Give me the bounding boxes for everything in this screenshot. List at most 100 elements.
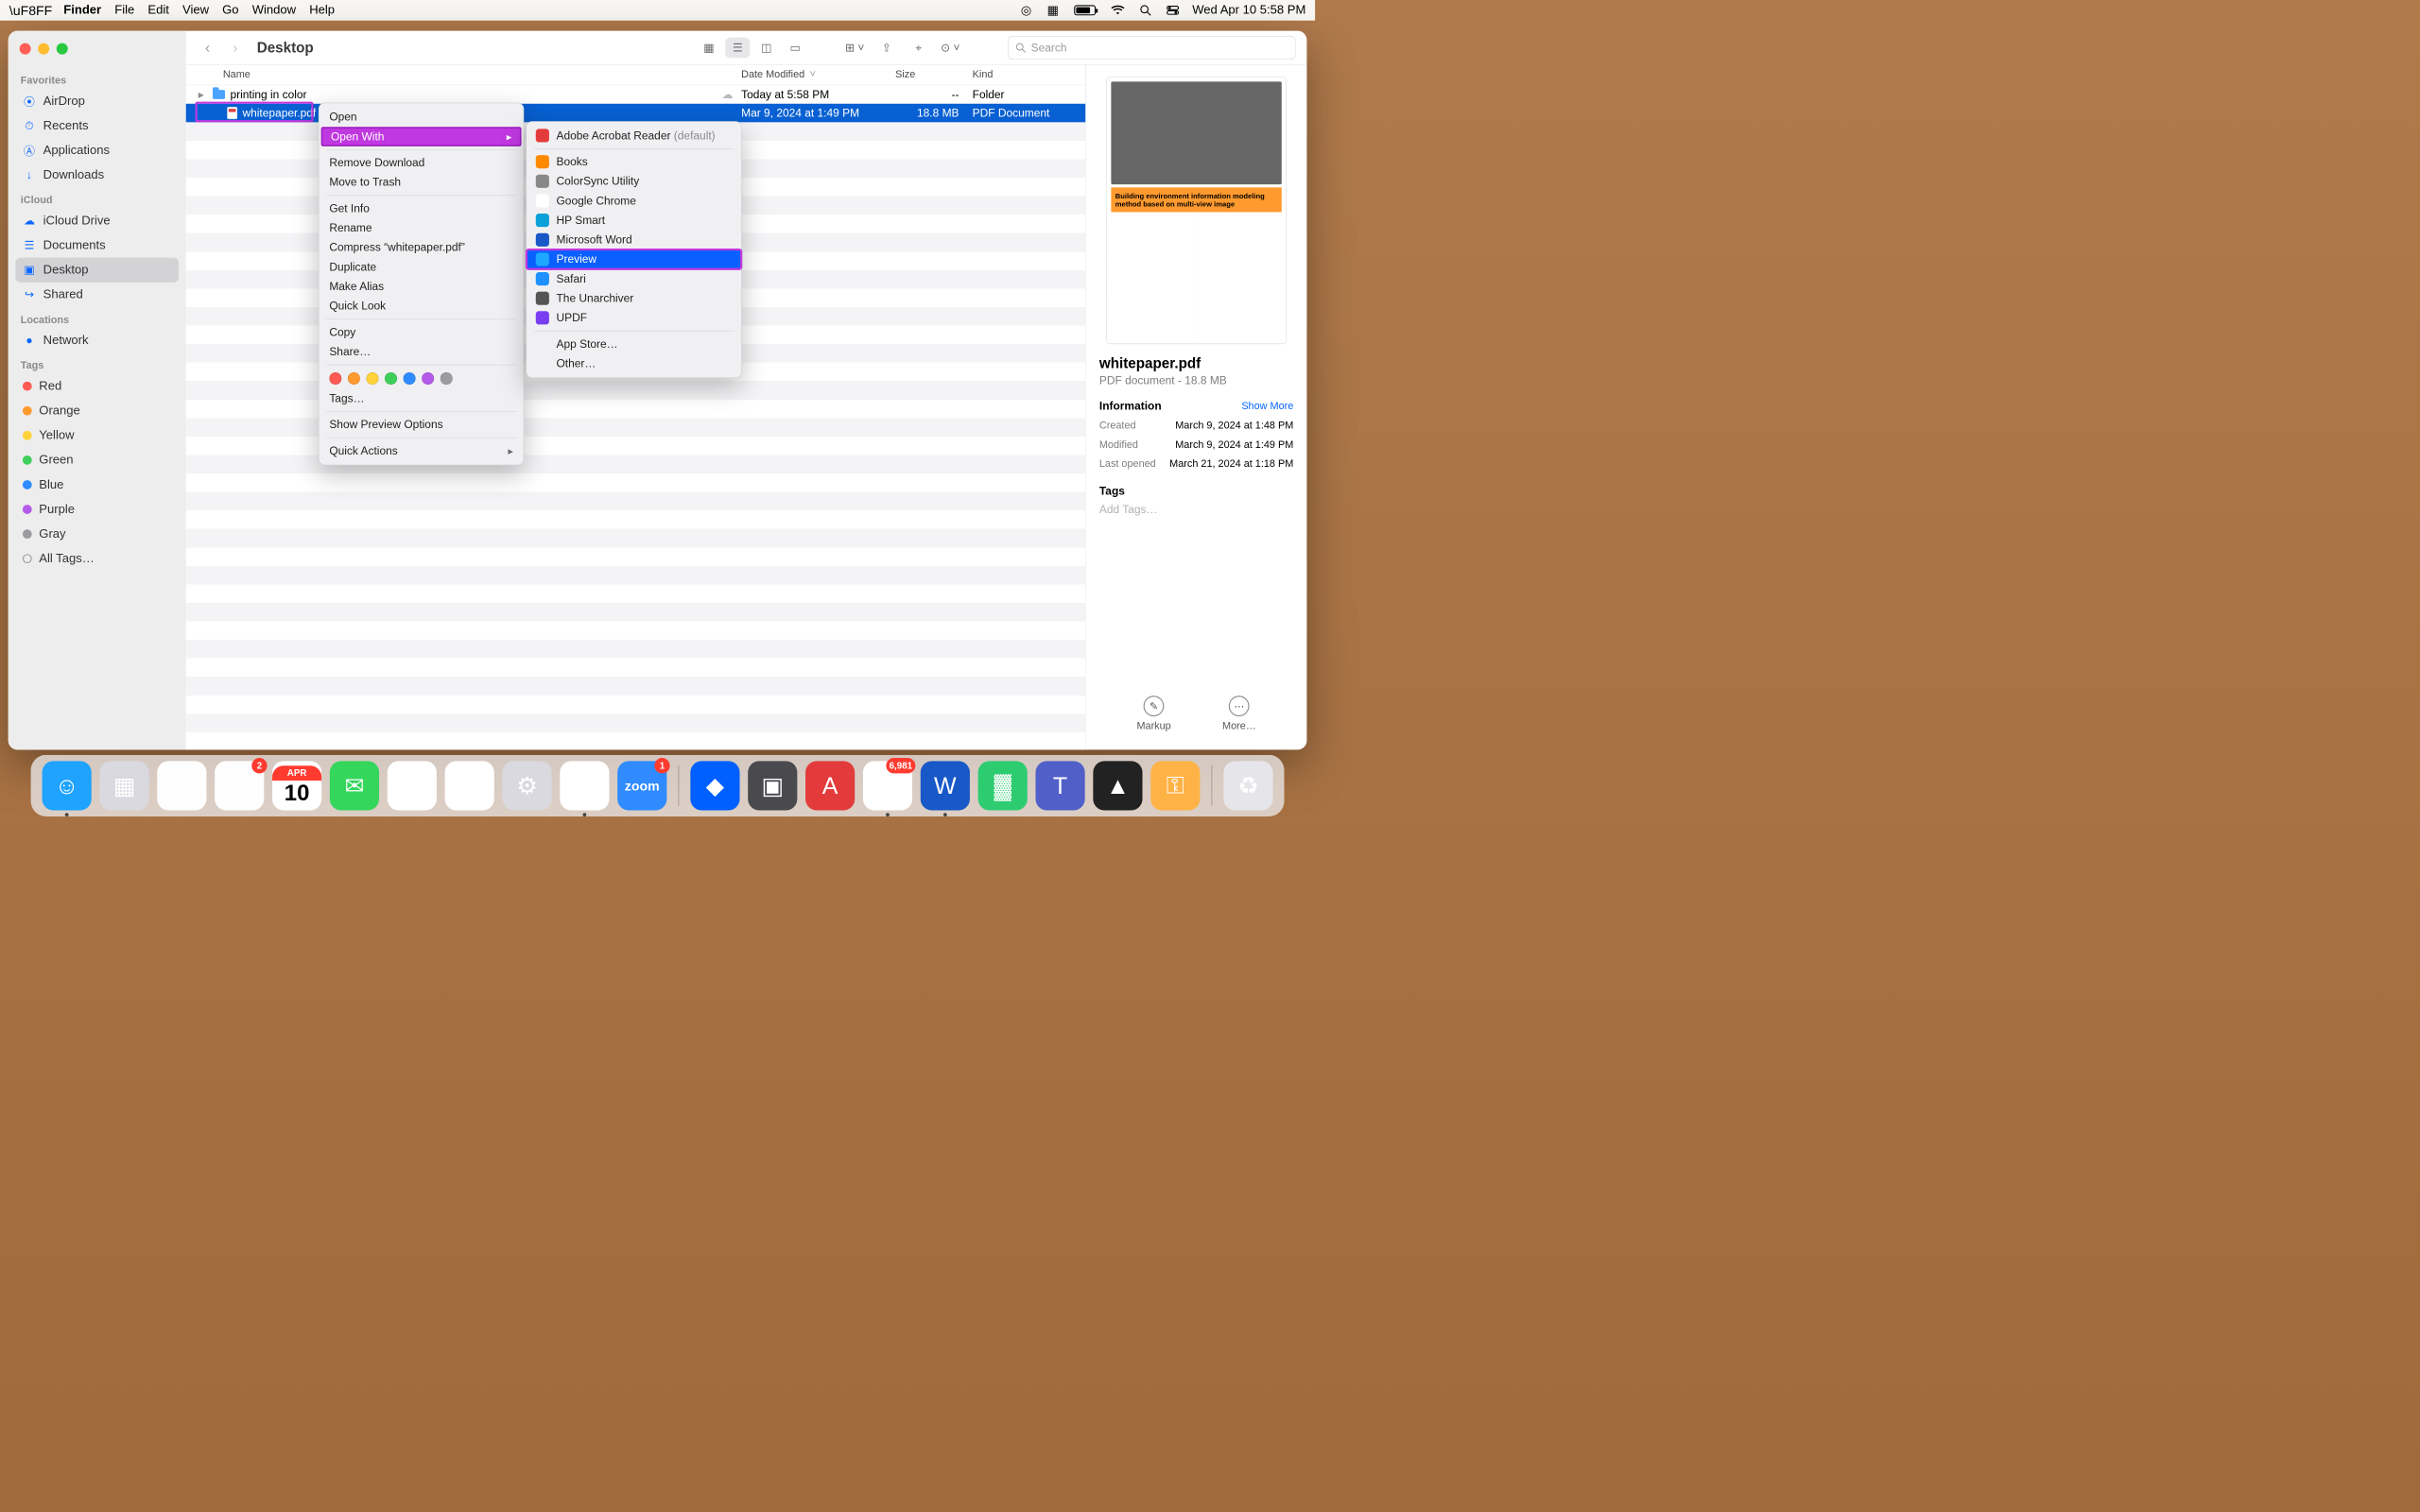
sidebar-item-shared[interactable]: ↪Shared [15, 283, 179, 307]
dock-preview[interactable]: ▣ [748, 761, 797, 810]
ow-microsoft-word[interactable]: Microsoft Word [527, 230, 741, 249]
ow-colorsync-utility[interactable]: ColorSync Utility [527, 171, 741, 191]
ctx-share[interactable]: Share… [319, 342, 523, 362]
ctx-alias[interactable]: Make Alias [319, 277, 523, 297]
dock-chrome[interactable]: ● [560, 761, 609, 810]
sidebar-item-downloads[interactable]: ↓Downloads [15, 163, 179, 187]
sidebar-item-orange[interactable]: Orange [15, 399, 179, 423]
menubar-clock[interactable]: Wed Apr 10 5:58 PM [1192, 3, 1305, 17]
ctx-get-info[interactable]: Get Info [319, 198, 523, 218]
apple-menu[interactable]: \uF8FF [9, 2, 53, 18]
ow-other[interactable]: Other… [527, 353, 741, 373]
col-name[interactable]: Name [186, 69, 741, 80]
tags-button[interactable]: ⌖ [907, 37, 931, 58]
col-size[interactable]: Size [895, 69, 973, 80]
dock-zoom[interactable]: zoom1 [617, 761, 666, 810]
ctx-preview-options[interactable]: Show Preview Options [319, 415, 523, 435]
menu-window[interactable]: Window [252, 3, 296, 17]
dock-acrobat[interactable]: A [805, 761, 855, 810]
menu-help[interactable]: Help [309, 3, 335, 17]
battery-icon[interactable] [1074, 5, 1096, 15]
share-button[interactable]: ⇪ [874, 37, 899, 58]
ctx-tags[interactable]: Tags… [319, 388, 523, 408]
group-button[interactable]: ⊞ ˅ [842, 37, 867, 58]
ctx-remove-download[interactable]: Remove Download [319, 153, 523, 173]
dock-teams[interactable]: T [1035, 761, 1084, 810]
grammarly-icon[interactable]: ◎ [1021, 3, 1031, 18]
menu-file[interactable]: File [114, 3, 134, 17]
show-more[interactable]: Show More [1241, 401, 1293, 412]
search-field[interactable]: Search [1008, 36, 1295, 60]
ow-appstore[interactable]: App Store… [527, 335, 741, 354]
spotlight-icon[interactable] [1140, 5, 1151, 16]
sidebar-item-green[interactable]: Green [15, 448, 179, 472]
ow-preview[interactable]: Preview [527, 249, 741, 269]
view-list[interactable]: ☰ [725, 37, 750, 58]
add-tags[interactable]: Add Tags… [1099, 503, 1293, 516]
sidebar-item-yellow[interactable]: Yellow [15, 423, 179, 448]
close-button[interactable] [20, 43, 31, 55]
dock-word[interactable]: W [921, 761, 970, 810]
ctx-duplicate[interactable]: Duplicate [319, 257, 523, 277]
col-kind[interactable]: Kind [973, 69, 1086, 80]
more-action[interactable]: ⋯More… [1222, 696, 1256, 732]
sidebar-item-blue[interactable]: Blue [15, 472, 179, 497]
sidebar-item-all-tags-[interactable]: All Tags… [15, 546, 179, 571]
sidebar-item-airdrop[interactable]: ⦿AirDrop [15, 89, 179, 113]
minimize-button[interactable] [38, 43, 49, 55]
sidebar-item-network[interactable]: ●Network [15, 328, 179, 352]
ctx-open[interactable]: Open [319, 108, 523, 128]
dock-mail[interactable]: ✉6,981 [863, 761, 912, 810]
sidebar-item-purple[interactable]: Purple [15, 497, 179, 522]
menu-view[interactable]: View [182, 3, 209, 17]
sidebar-item-applications[interactable]: ⒶApplications [15, 138, 179, 163]
dock-safari[interactable]: ◎ [157, 761, 206, 810]
sidebar-item-documents[interactable]: ☰Documents [15, 233, 179, 258]
ow-safari[interactable]: Safari [527, 269, 741, 289]
file-row-folder[interactable]: ▸printing in color ☁ Today at 5:58 PM --… [186, 85, 1085, 104]
ctx-quick-actions[interactable]: Quick Actions▸ [319, 441, 523, 461]
col-date[interactable]: Date Modified˅ [741, 69, 895, 80]
markup-action[interactable]: ✎Markup [1136, 696, 1170, 732]
dock-launchpad[interactable]: ▦ [99, 761, 148, 810]
dock-calendar[interactable]: APR10 [272, 761, 321, 810]
dock-app2[interactable]: ⚿ [1150, 761, 1200, 810]
app-name[interactable]: Finder [63, 3, 101, 17]
ctx-open-with[interactable]: Open With▸ [321, 127, 522, 146]
dock-messages[interactable]: ✉ [330, 761, 379, 810]
sidebar-item-recents[interactable]: ⏱Recents [15, 113, 179, 138]
ow-updf[interactable]: UPDF [527, 308, 741, 328]
view-icon[interactable]: ▦ [697, 37, 721, 58]
zoom-button[interactable] [57, 43, 68, 55]
sidebar-item-desktop[interactable]: ▣Desktop [15, 258, 179, 283]
dock-freeform[interactable]: ∿ [445, 761, 494, 810]
ctx-compress[interactable]: Compress “whitepaper.pdf” [319, 238, 523, 258]
ow-the-unarchiver[interactable]: The Unarchiver [527, 288, 741, 308]
sidebar-item-red[interactable]: Red [15, 374, 179, 399]
tray-icon[interactable]: ▦ [1047, 3, 1059, 18]
view-columns[interactable]: ◫ [754, 37, 779, 58]
forward-button[interactable]: › [225, 37, 246, 58]
sidebar-item-gray[interactable]: Gray [15, 522, 179, 546]
sidebar-item-icloud-drive[interactable]: ☁iCloud Drive [15, 209, 179, 233]
dock-settings[interactable]: ⚙ [502, 761, 551, 810]
dock-finder[interactable]: ☺ [43, 761, 92, 810]
ow-default[interactable]: Adobe Acrobat Reader (default) [527, 126, 741, 146]
back-button[interactable]: ‹ [198, 37, 218, 58]
ctx-trash[interactable]: Move to Trash [319, 173, 523, 193]
menu-go[interactable]: Go [222, 3, 238, 17]
ctx-quicklook[interactable]: Quick Look [319, 297, 523, 317]
view-gallery[interactable]: ▭ [783, 37, 807, 58]
ow-books[interactable]: Books [527, 152, 741, 172]
dock-trash[interactable]: ♻ [1223, 761, 1272, 810]
preview-thumbnail[interactable]: Building environment information modelin… [1106, 77, 1286, 345]
ctx-tag-colors[interactable] [319, 369, 523, 389]
menu-edit[interactable]: Edit [147, 3, 168, 17]
dock-notes[interactable]: ✎ [388, 761, 437, 810]
ctx-copy[interactable]: Copy [319, 322, 523, 342]
control-center-icon[interactable] [1167, 6, 1179, 15]
wifi-icon[interactable] [1111, 5, 1124, 15]
action-button[interactable]: ⊙ ˅ [938, 37, 962, 58]
ow-google-chrome[interactable]: Google Chrome [527, 191, 741, 211]
dock-photos[interactable]: ✿2 [215, 761, 264, 810]
